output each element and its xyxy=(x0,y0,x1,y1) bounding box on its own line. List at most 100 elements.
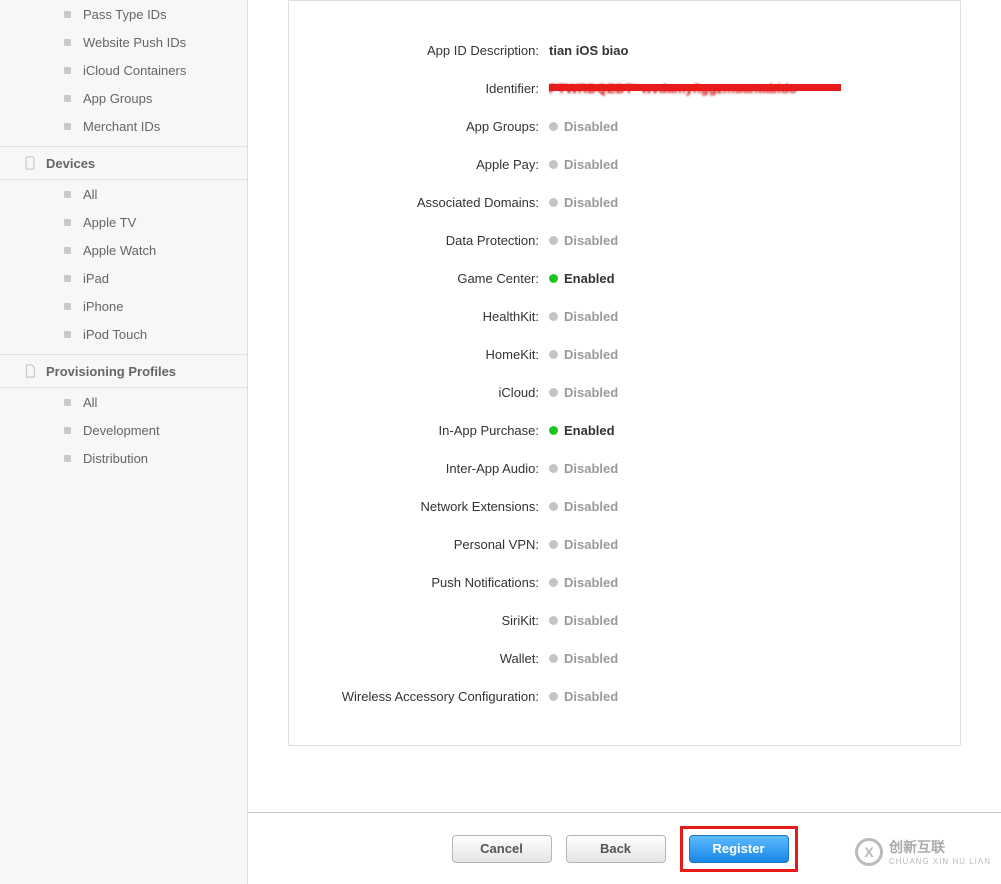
status-disabled-icon xyxy=(549,502,558,511)
service-value: Disabled xyxy=(549,119,618,134)
service-row: In-App Purchase:Enabled xyxy=(309,411,920,449)
sidebar-item-ipod-touch[interactable]: iPod Touch xyxy=(24,320,237,348)
service-row: Data Protection: Disabled xyxy=(309,221,920,259)
service-row: Push Notifications: Disabled xyxy=(309,563,920,601)
sidebar-item-development[interactable]: Development xyxy=(24,416,237,444)
redaction-bar xyxy=(549,84,841,91)
sidebar-item-label: iCloud Containers xyxy=(83,63,186,78)
service-value: Disabled xyxy=(549,461,618,476)
service-status: Disabled xyxy=(564,157,618,172)
bullet-icon xyxy=(64,427,71,434)
service-label: HomeKit: xyxy=(309,347,549,362)
sidebar: Pass Type IDs Website Push IDs iCloud Co… xyxy=(0,0,248,884)
sidebar-header-devices[interactable]: Devices xyxy=(0,146,247,180)
sidebar-item-devices-all[interactable]: All xyxy=(24,180,237,208)
service-row: SiriKit:Disabled xyxy=(309,601,920,639)
service-row: Wallet:Disabled xyxy=(309,639,920,677)
sidebar-item-label: All xyxy=(83,187,97,202)
service-row: HomeKit: Disabled xyxy=(309,335,920,373)
service-label: Data Protection: xyxy=(309,233,549,248)
service-value: Disabled xyxy=(549,651,618,666)
value-identifier: PTWRDQEDT* wvdamyñggzmuantabido xyxy=(549,77,797,99)
bullet-icon xyxy=(64,67,71,74)
service-label: Inter-App Audio: xyxy=(309,461,549,476)
bullet-icon xyxy=(64,455,71,462)
service-row: Inter-App Audio: Disabled xyxy=(309,449,920,487)
sidebar-item-apple-tv[interactable]: Apple TV xyxy=(24,208,237,236)
status-disabled-icon xyxy=(549,616,558,625)
bullet-icon xyxy=(64,95,71,102)
service-row: Associated Domains: Disabled xyxy=(309,183,920,221)
service-status: Disabled xyxy=(564,195,618,210)
service-label: iCloud: xyxy=(309,385,549,400)
service-status: Disabled xyxy=(564,651,618,666)
status-disabled-icon xyxy=(549,540,558,549)
sidebar-item-distribution[interactable]: Distribution xyxy=(24,444,237,472)
bullet-icon xyxy=(64,11,71,18)
bullet-icon xyxy=(64,123,71,130)
sidebar-group-provisioning: All Development Distribution xyxy=(24,388,237,472)
service-status: Disabled xyxy=(564,385,618,400)
cancel-button[interactable]: Cancel xyxy=(452,835,552,863)
bullet-icon xyxy=(64,39,71,46)
sidebar-item-provisioning-all[interactable]: All xyxy=(24,388,237,416)
sidebar-item-label: Pass Type IDs xyxy=(83,7,167,22)
main-content: App ID Description: tian iOS biao Identi… xyxy=(248,0,1001,884)
status-disabled-icon xyxy=(549,692,558,701)
service-status: Disabled xyxy=(564,233,618,248)
sidebar-item-app-groups[interactable]: App Groups xyxy=(24,84,237,112)
service-value: Disabled xyxy=(549,157,618,172)
sidebar-item-label: Apple TV xyxy=(83,215,136,230)
back-button[interactable]: Back xyxy=(566,835,666,863)
service-status: Disabled xyxy=(564,347,618,362)
service-row: Game Center:Enabled xyxy=(309,259,920,297)
sidebar-header-provisioning[interactable]: Provisioning Profiles xyxy=(0,354,247,388)
service-status: Disabled xyxy=(564,575,618,590)
sidebar-item-label: Distribution xyxy=(83,451,148,466)
service-value: Disabled xyxy=(549,499,618,514)
footer-toolbar: Cancel Back Register xyxy=(248,812,1001,884)
device-icon xyxy=(24,156,36,170)
service-row: Wireless Accessory Configuration:Disable… xyxy=(309,677,920,715)
app-id-summary-panel: App ID Description: tian iOS biao Identi… xyxy=(288,0,961,746)
service-label: Personal VPN: xyxy=(309,537,549,552)
register-highlight-box: Register xyxy=(680,826,798,872)
sidebar-item-label: Merchant IDs xyxy=(83,119,160,134)
status-disabled-icon xyxy=(549,388,558,397)
service-label: In-App Purchase: xyxy=(309,423,549,438)
sidebar-header-label: Provisioning Profiles xyxy=(46,364,176,379)
sidebar-item-iphone[interactable]: iPhone xyxy=(24,292,237,320)
status-disabled-icon xyxy=(549,160,558,169)
service-row: HealthKit: Disabled xyxy=(309,297,920,335)
sidebar-group-identifiers: Pass Type IDs Website Push IDs iCloud Co… xyxy=(24,0,237,140)
sidebar-item-label: Website Push IDs xyxy=(83,35,186,50)
service-label: Apple Pay: xyxy=(309,157,549,172)
bullet-icon xyxy=(64,303,71,310)
service-status: Disabled xyxy=(564,309,618,324)
sidebar-item-apple-watch[interactable]: Apple Watch xyxy=(24,236,237,264)
status-disabled-icon xyxy=(549,578,558,587)
service-status: Disabled xyxy=(564,461,618,476)
service-status: Disabled xyxy=(564,119,618,134)
service-label: Associated Domains: xyxy=(309,195,549,210)
bullet-icon xyxy=(64,219,71,226)
service-status: Disabled xyxy=(564,613,618,628)
service-value: Disabled xyxy=(549,347,618,362)
sidebar-item-icloud-containers[interactable]: iCloud Containers xyxy=(24,56,237,84)
service-status: Enabled xyxy=(564,271,615,286)
sidebar-item-merchant-ids[interactable]: Merchant IDs xyxy=(24,112,237,140)
bullet-icon xyxy=(64,399,71,406)
register-button[interactable]: Register xyxy=(689,835,789,863)
sidebar-item-pass-type-ids[interactable]: Pass Type IDs xyxy=(24,0,237,28)
service-label: Push Notifications: xyxy=(309,575,549,590)
status-enabled-icon xyxy=(549,274,558,283)
service-label: Wireless Accessory Configuration: xyxy=(309,689,549,704)
sidebar-item-website-push-ids[interactable]: Website Push IDs xyxy=(24,28,237,56)
bullet-icon xyxy=(64,331,71,338)
service-label: HealthKit: xyxy=(309,309,549,324)
sidebar-item-label: iPad xyxy=(83,271,109,286)
sidebar-item-label: Development xyxy=(83,423,160,438)
bullet-icon xyxy=(64,275,71,282)
status-disabled-icon xyxy=(549,350,558,359)
sidebar-item-ipad[interactable]: iPad xyxy=(24,264,237,292)
